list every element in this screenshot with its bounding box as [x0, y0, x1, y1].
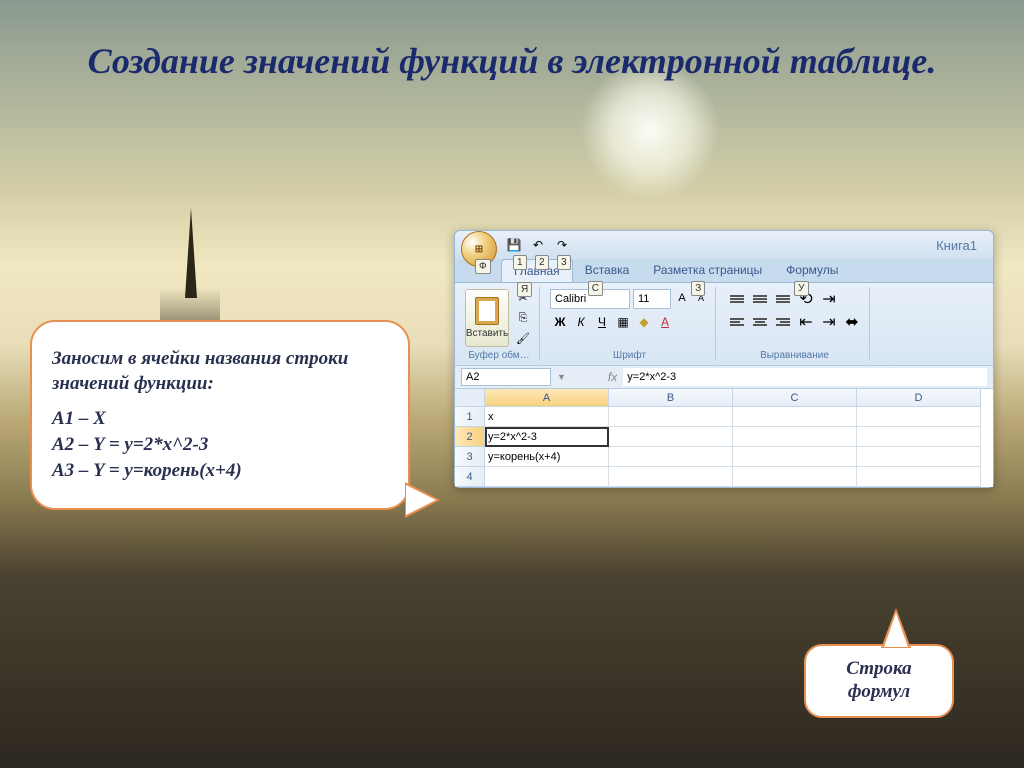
select-all-corner[interactable] — [455, 389, 485, 407]
key-hint: 3 — [557, 255, 571, 270]
cell[interactable] — [733, 447, 857, 467]
column-header[interactable]: B — [609, 389, 733, 407]
bold-button[interactable]: Ж — [550, 312, 570, 332]
titlebar: ⊞ Ф 💾 ↶ ↷ 1 2 3 Книга1 — [455, 231, 993, 259]
group-label-clipboard: Буфер обм… — [459, 350, 539, 361]
key-hint: Ф — [475, 259, 491, 274]
row-header[interactable]: 1 — [455, 407, 485, 427]
paste-button[interactable]: Вставить — [465, 289, 509, 347]
cell[interactable] — [857, 447, 981, 467]
wrap-text-icon[interactable]: ⇥ — [818, 289, 840, 309]
cell[interactable] — [733, 427, 857, 447]
cell[interactable] — [733, 467, 857, 487]
tab-formulas[interactable]: Формулы У — [774, 259, 850, 282]
align-left-icon[interactable] — [726, 312, 748, 332]
font-size-select[interactable]: 11 — [633, 289, 671, 309]
callout-arrow-icon — [405, 482, 440, 518]
column-header[interactable]: D — [857, 389, 981, 407]
align-middle-icon[interactable] — [749, 289, 771, 309]
align-center-icon[interactable] — [749, 312, 771, 332]
format-painter-icon[interactable]: 🖌 — [513, 329, 533, 347]
cell[interactable] — [609, 447, 733, 467]
callout-text: Строка формул — [816, 658, 942, 704]
cell[interactable]: y=корень(x+4) — [485, 447, 609, 467]
key-hint: 1 — [513, 255, 527, 270]
row-header[interactable]: 4 — [455, 467, 485, 487]
cell-selected[interactable]: y=2*x^2-3 — [485, 427, 609, 447]
callout-line: А2 – Y = y=2*x^2-3 — [52, 432, 388, 458]
name-box[interactable]: A2 — [461, 368, 551, 386]
copy-icon[interactable]: ⎘ — [513, 309, 533, 327]
cell[interactable] — [733, 407, 857, 427]
row-header[interactable]: 2 — [455, 427, 485, 447]
row-header[interactable]: 3 — [455, 447, 485, 467]
undo-icon[interactable]: ↶ — [529, 236, 547, 254]
cell[interactable] — [485, 467, 609, 487]
cell[interactable] — [609, 407, 733, 427]
align-top-icon[interactable] — [726, 289, 748, 309]
font-color-icon[interactable]: A — [655, 312, 675, 332]
fill-color-icon[interactable]: ◆ — [634, 312, 654, 332]
dropdown-icon[interactable]: ▼ — [557, 372, 566, 382]
italic-button[interactable]: К — [571, 312, 591, 332]
cell[interactable] — [609, 467, 733, 487]
callout-heading: Заносим в ячейки названия строки значени… — [52, 347, 388, 396]
decrease-indent-icon[interactable]: ⇤ — [795, 312, 817, 332]
cell[interactable] — [857, 427, 981, 447]
excel-window: ⊞ Ф 💾 ↶ ↷ 1 2 3 Книга1 Главная Я Вставка… — [454, 230, 994, 488]
group-label-font: Шрифт — [544, 350, 715, 361]
redo-icon[interactable]: ↷ — [553, 236, 571, 254]
align-bottom-icon[interactable] — [772, 289, 794, 309]
callout-arrow-icon — [881, 608, 911, 648]
border-icon[interactable]: ▦ — [613, 312, 633, 332]
quick-access-toolbar: 💾 ↶ ↷ — [505, 236, 571, 254]
callout-line: А3 – Y = y=корень(x+4) — [52, 458, 388, 484]
increase-font-icon[interactable]: A — [674, 289, 690, 307]
worksheet: A B C D 1 x 2 y=2*x^2-3 3 y=корень(x+4) — [455, 389, 993, 487]
group-label-alignment: Выравнивание — [720, 350, 869, 361]
tab-label: Формулы — [786, 263, 838, 277]
paste-label: Вставить — [466, 328, 508, 339]
clipboard-group: Вставить ✂ ⎘ 🖌 Буфер обм… — [459, 287, 540, 361]
bottom-callout: Строка формул — [804, 644, 954, 718]
key-hint: У — [794, 281, 808, 296]
document-title: Книга1 — [936, 238, 977, 253]
font-group: Calibri 11 A A Ж К Ч ▦ ◆ A Шрифт — [544, 287, 716, 361]
tab-page-layout[interactable]: Разметка страницы З — [641, 259, 774, 282]
cell[interactable] — [857, 467, 981, 487]
formula-bar: A2 ▼ fx y=2*x^2-3 — [455, 365, 993, 389]
column-header[interactable]: A — [485, 389, 609, 407]
column-header[interactable]: C — [733, 389, 857, 407]
ribbon: Вставить ✂ ⎘ 🖌 Буфер обм… Calibri 11 A A… — [455, 283, 993, 365]
clipboard-icon — [475, 297, 499, 325]
tab-insert[interactable]: Вставка С — [573, 259, 642, 282]
underline-button[interactable]: Ч — [592, 312, 612, 332]
table-row: 1 x — [455, 407, 993, 427]
increase-indent-icon[interactable]: ⇥ — [818, 312, 840, 332]
key-hint: 2 — [535, 255, 549, 270]
cell[interactable] — [857, 407, 981, 427]
table-row: 4 — [455, 467, 993, 487]
office-logo-icon: ⊞ — [475, 244, 483, 255]
table-row: 3 y=корень(x+4) — [455, 447, 993, 467]
formula-input[interactable]: y=2*x^2-3 — [623, 368, 987, 386]
fx-icon[interactable]: fx — [608, 370, 617, 384]
merge-icon[interactable]: ⬌ — [841, 312, 863, 332]
key-hint: С — [588, 281, 603, 296]
key-hint: З — [691, 281, 705, 296]
save-icon[interactable]: 💾 — [505, 236, 523, 254]
tab-label: Вставка — [585, 263, 630, 277]
table-row: 2 y=2*x^2-3 — [455, 427, 993, 447]
cell[interactable]: x — [485, 407, 609, 427]
tab-label: Разметка страницы — [653, 263, 762, 277]
callout-line: А1 – Х — [52, 406, 388, 432]
align-right-icon[interactable] — [772, 312, 794, 332]
slide-title: Создание значений функций в электронной … — [0, 40, 1024, 82]
cell[interactable] — [609, 427, 733, 447]
left-callout: Заносим в ячейки названия строки значени… — [30, 320, 410, 510]
alignment-group: ⟲ ⇥ ⇤ ⇥ ⬌ Выравнивание — [720, 287, 870, 361]
key-hint: Я — [517, 282, 532, 297]
